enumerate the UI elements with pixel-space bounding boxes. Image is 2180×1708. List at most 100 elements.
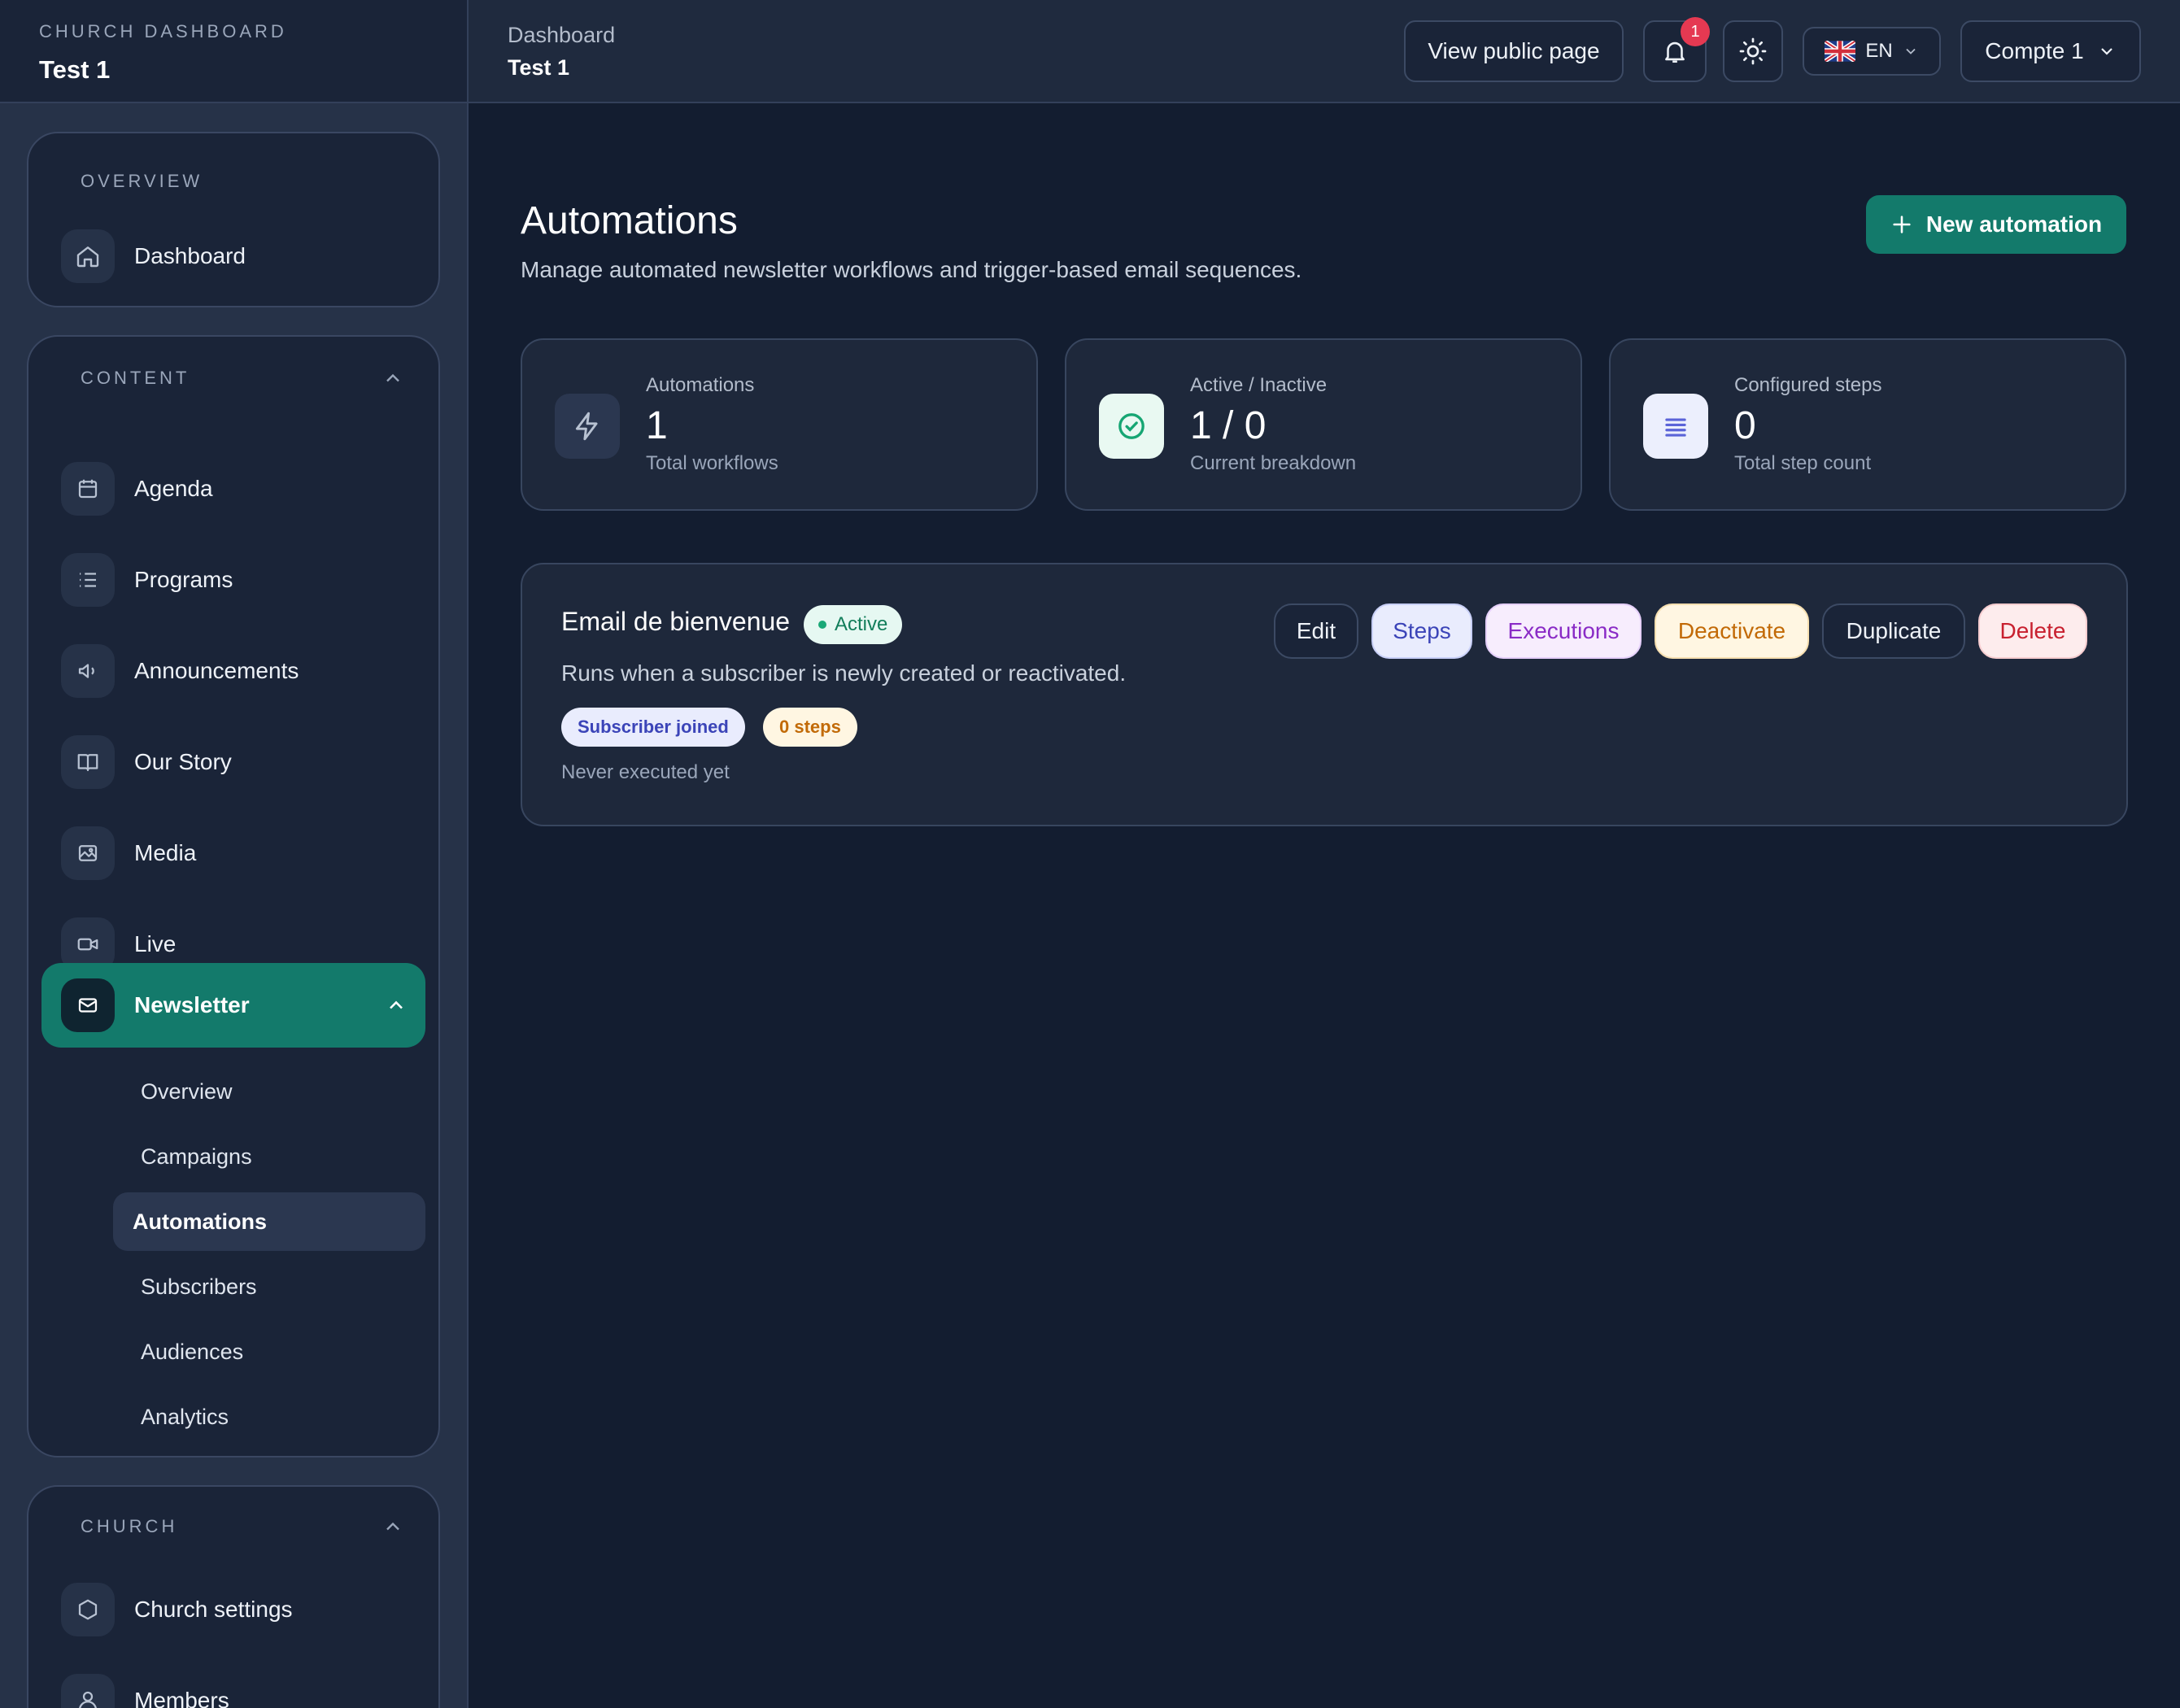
- sidebar-subitem-automations[interactable]: Automations: [113, 1192, 425, 1251]
- automation-description: Runs when a subscriber is newly created …: [561, 660, 1127, 686]
- account-label: Compte 1: [1985, 38, 2084, 63]
- account-menu-button[interactable]: Compte 1: [1960, 20, 2141, 82]
- sidebar-subitem-overview[interactable]: Overview: [94, 1062, 425, 1121]
- sidebar-item-label: Dashboard: [134, 243, 246, 268]
- breadcrumb-current: Test 1: [508, 55, 570, 80]
- sidebar-subitem-campaigns[interactable]: Campaigns: [94, 1127, 425, 1186]
- language-code: EN: [1865, 40, 1893, 62]
- sidebar: CHURCH DASHBOARD Test 1 OVERVIEW Dashboa…: [0, 0, 469, 1708]
- edit-button[interactable]: Edit: [1274, 603, 1358, 659]
- sidebar-item-label: Our Story: [134, 749, 232, 774]
- sidebar-item-our-story[interactable]: Our Story: [61, 734, 406, 791]
- chevron-up-icon[interactable]: [382, 1515, 404, 1538]
- stat-label: Active / Inactive: [1190, 374, 1328, 396]
- sidebar-item-newsletter[interactable]: Newsletter: [41, 963, 425, 1048]
- stat-value: 1: [646, 404, 668, 447]
- brand-kicker: CHURCH DASHBOARD: [39, 21, 287, 41]
- plus-icon: [1893, 216, 1911, 233]
- content-section-header[interactable]: CONTENT: [28, 366, 438, 390]
- overview-panel: OVERVIEW Dashboard: [27, 132, 440, 307]
- page-title: Automations: [521, 199, 738, 242]
- sidebar-subitem-audiences[interactable]: Audiences: [94, 1322, 425, 1381]
- stat-value: 1 / 0: [1190, 404, 1267, 447]
- content-section-title: CONTENT: [81, 368, 190, 388]
- chevron-up-icon[interactable]: [385, 994, 408, 1017]
- steps-count-tag: 0 steps: [763, 708, 857, 747]
- sidebar-item-label: Media: [134, 840, 197, 865]
- sidebar-item-label: Agenda: [134, 476, 213, 501]
- deactivate-button[interactable]: Deactivate: [1655, 603, 1809, 659]
- automation-name: Email de bienvenue: [561, 607, 791, 636]
- stat-label: Automations: [646, 374, 755, 396]
- chevron-down-icon: [1906, 48, 1916, 54]
- sidebar-item-label: Live: [134, 931, 177, 956]
- sidebar-item-programs[interactable]: Programs: [61, 551, 406, 608]
- image-icon: [61, 826, 115, 880]
- stat-note: Total step count: [1734, 452, 1872, 474]
- home-icon: [61, 229, 115, 283]
- sidebar-subitem-subscribers[interactable]: Subscribers: [94, 1257, 425, 1316]
- notification-count-badge: 1: [1681, 17, 1710, 46]
- status-dot-icon: [818, 621, 826, 629]
- sidebar-subitem-analytics[interactable]: Analytics: [94, 1388, 425, 1446]
- list-icon: [61, 553, 115, 607]
- stat-note: Current breakdown: [1190, 452, 1357, 474]
- sidebar-item-label: Newsletter: [134, 992, 250, 1017]
- sidebar-item-label: Church settings: [134, 1597, 293, 1622]
- book-icon: [61, 735, 115, 789]
- sidebar-item-label: Programs: [134, 567, 233, 592]
- stat-card-configured-steps: Configured steps 0 Total step count: [1609, 338, 2126, 511]
- check-circle-icon: [1099, 394, 1164, 459]
- sidebar-item-dashboard[interactable]: Dashboard: [61, 228, 406, 285]
- topbar: Dashboard Test 1 View public page 1 EN C…: [469, 0, 2180, 103]
- last-execution-text: Never executed yet: [561, 761, 730, 783]
- calendar-icon: [61, 462, 115, 516]
- duplicate-button[interactable]: Duplicate: [1822, 603, 1965, 659]
- page-subtitle: Manage automated newsletter workflows an…: [521, 257, 1302, 282]
- hexagon-icon: [61, 1583, 115, 1636]
- sidebar-brand: CHURCH DASHBOARD Test 1: [0, 0, 467, 103]
- sidebar-item-announcements[interactable]: Announcements: [61, 643, 406, 699]
- stat-card-active-inactive: Active / Inactive 1 / 0 Current breakdow…: [1065, 338, 1582, 511]
- main-content: Dashboard Test 1 View public page 1 EN C…: [469, 0, 2180, 1708]
- sidebar-item-church-settings[interactable]: Church settings: [61, 1581, 406, 1638]
- status-label: Active: [835, 613, 888, 635]
- brand-title: Test 1: [39, 55, 111, 84]
- stat-value: 0: [1734, 404, 1756, 447]
- megaphone-icon: [61, 644, 115, 698]
- notifications-button[interactable]: 1: [1643, 17, 1710, 82]
- new-automation-button[interactable]: New automation: [1866, 195, 2126, 254]
- new-automation-label: New automation: [1925, 211, 2103, 237]
- bolt-icon: [555, 394, 620, 459]
- view-public-page-button[interactable]: View public page: [1404, 20, 1624, 82]
- sidebar-item-label: Announcements: [134, 658, 299, 683]
- language-select[interactable]: EN: [1803, 27, 1941, 76]
- delete-button[interactable]: Delete: [1978, 603, 2087, 659]
- mail-icon: [61, 978, 115, 1032]
- uk-flag-icon: [1825, 41, 1856, 62]
- stat-card-automations: Automations 1 Total workflows: [521, 338, 1038, 511]
- chevron-down-icon: [2100, 48, 2112, 55]
- church-section-title: CHURCH: [81, 1516, 178, 1536]
- steps-button[interactable]: Steps: [1371, 603, 1472, 659]
- breadcrumb-parent[interactable]: Dashboard: [508, 23, 615, 48]
- trigger-tag: Subscriber joined: [561, 708, 745, 747]
- stat-label: Configured steps: [1734, 374, 1882, 396]
- sidebar-item-members[interactable]: Members: [61, 1672, 406, 1708]
- automation-card: Email de bienvenue Active Runs when a su…: [521, 563, 2128, 826]
- overview-section-title: OVERVIEW: [81, 171, 203, 191]
- sidebar-item-label: Members: [134, 1688, 229, 1708]
- church-panel: CHURCH Church settings Members: [27, 1485, 440, 1708]
- sidebar-item-media[interactable]: Media: [61, 825, 406, 882]
- user-icon: [61, 1674, 115, 1708]
- sidebar-item-agenda[interactable]: Agenda: [61, 460, 406, 517]
- chevron-up-icon[interactable]: [382, 367, 404, 390]
- sun-icon: [1739, 37, 1767, 65]
- lines-icon: [1643, 394, 1708, 459]
- status-badge: Active: [804, 605, 903, 644]
- theme-toggle-button[interactable]: [1723, 20, 1783, 82]
- executions-button[interactable]: Executions: [1485, 603, 1642, 659]
- church-section-header[interactable]: CHURCH: [28, 1514, 438, 1539]
- stat-note: Total workflows: [646, 452, 778, 474]
- content-panel: CONTENT Agenda Programs Announcements Ou…: [27, 335, 440, 1457]
